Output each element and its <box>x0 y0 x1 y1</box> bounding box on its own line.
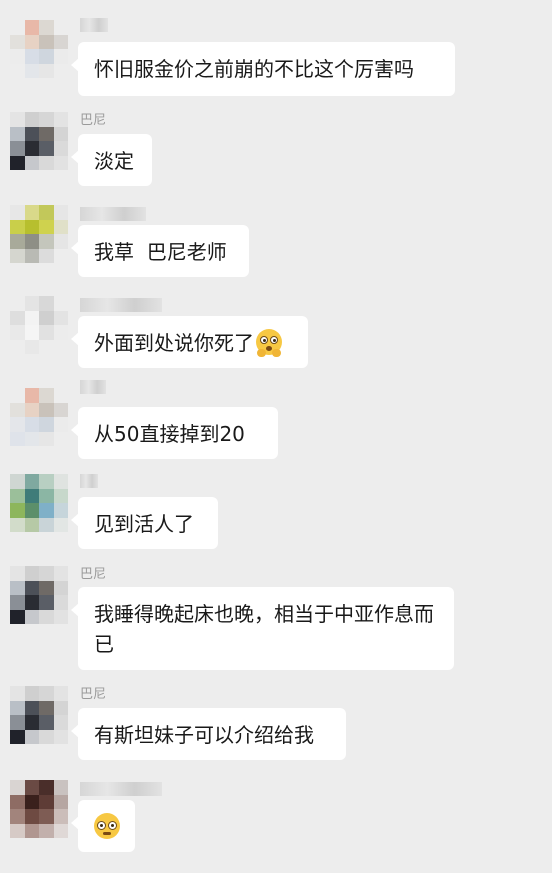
message-text: 我草 巴尼老师 <box>94 240 227 264</box>
message-text: 见到活人了 <box>94 512 194 536</box>
avatar[interactable] <box>10 686 68 744</box>
message-text: 我睡得晚起床也晚，相当于中亚作息而已 <box>94 602 434 656</box>
sender-name-blurred <box>80 474 98 488</box>
avatar[interactable] <box>10 205 68 263</box>
sender-name-blurred <box>80 298 162 312</box>
sender-name: 巴尼 <box>80 687 107 702</box>
message-text: 有斯坦妹子可以介绍给我 <box>94 723 314 747</box>
message-text: 怀旧服金价之前崩的不比这个厉害吗 <box>94 57 414 81</box>
avatar[interactable] <box>10 296 68 354</box>
message-bubble[interactable] <box>71 800 135 852</box>
avatar[interactable] <box>10 474 68 532</box>
message-bubble[interactable]: 外面到处说你死了 <box>71 316 308 368</box>
sender-name: 巴尼 <box>80 113 107 128</box>
sender-name: 巴尼 <box>80 567 107 582</box>
avatar[interactable] <box>10 566 68 624</box>
avatar[interactable] <box>10 388 68 446</box>
sender-name-blurred <box>80 18 108 32</box>
flushed-face-icon <box>94 813 120 839</box>
avatar[interactable] <box>10 112 68 170</box>
sender-name-blurred <box>80 207 146 221</box>
sender-name-blurred <box>80 782 162 796</box>
face-holding-back-tears-icon <box>256 329 282 357</box>
message-bubble[interactable]: 怀旧服金价之前崩的不比这个厉害吗 <box>71 42 455 96</box>
message-text: 从50直接掉到20 <box>94 422 245 446</box>
message-bubble[interactable]: 淡定 <box>71 134 152 186</box>
avatar[interactable] <box>10 780 68 838</box>
sender-name-blurred <box>80 380 106 394</box>
avatar[interactable] <box>10 20 68 78</box>
message-text: 淡定 <box>94 149 134 173</box>
message-bubble[interactable]: 有斯坦妹子可以介绍给我 <box>71 708 346 760</box>
message-bubble[interactable]: 见到活人了 <box>71 497 218 549</box>
message-text: 外面到处说你死了 <box>94 331 254 355</box>
message-bubble[interactable]: 从50直接掉到20 <box>71 407 278 459</box>
message-bubble[interactable]: 我草 巴尼老师 <box>71 225 249 277</box>
message-bubble[interactable]: 我睡得晚起床也晚，相当于中亚作息而已 <box>71 587 454 670</box>
